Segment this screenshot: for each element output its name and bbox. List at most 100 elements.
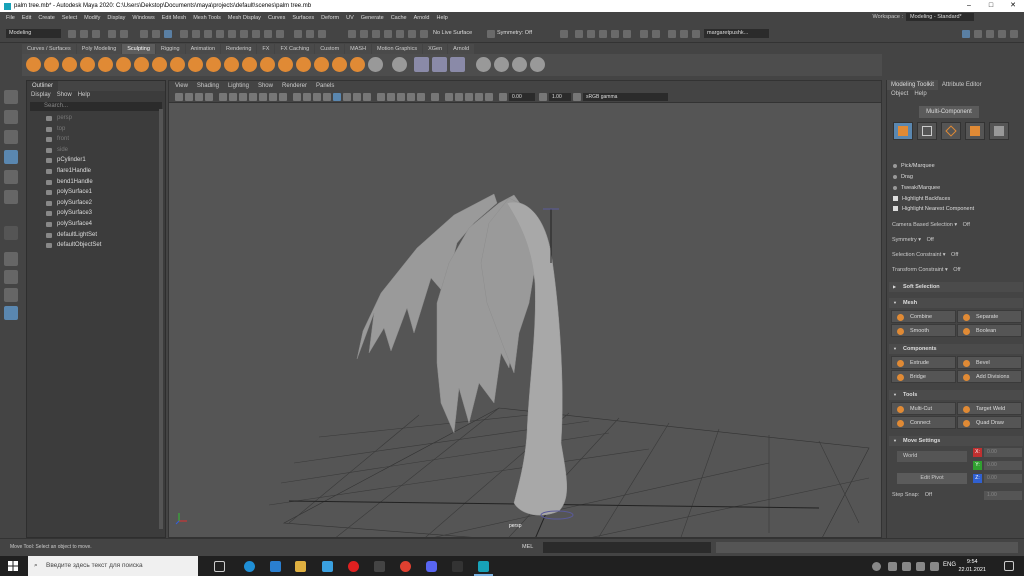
taskbar-search-input[interactable]: ⌕ Введите здесь текст для поиска: [28, 556, 198, 576]
hypershade-icon[interactable]: [611, 30, 619, 38]
resolution-gate-icon[interactable]: [239, 93, 247, 101]
erase-tool-icon[interactable]: [368, 57, 383, 72]
arnold-ipr-icon[interactable]: [652, 30, 660, 38]
close-icon[interactable]: ✕: [1002, 0, 1024, 12]
bulge-tool-icon[interactable]: [296, 57, 311, 72]
magnet-icon[interactable]: [420, 30, 428, 38]
shelf-tab-rigging[interactable]: Rigging: [155, 44, 185, 54]
outliner-search-input[interactable]: Search...: [30, 102, 162, 111]
smooth-shade-icon[interactable]: [303, 93, 311, 101]
layout-modeling-toolkit-icon[interactable]: [962, 30, 970, 38]
snap-grid-icon[interactable]: [348, 30, 356, 38]
exposure-icon[interactable]: [499, 93, 507, 101]
drag-radio[interactable]: Drag: [893, 174, 913, 180]
ipr-render-icon[interactable]: [587, 30, 595, 38]
flatten-tool-icon[interactable]: [116, 57, 131, 72]
hud-icon[interactable]: [485, 93, 493, 101]
menu-modify[interactable]: Modify: [84, 15, 100, 21]
bevel-button[interactable]: Bevel: [957, 356, 1022, 369]
y-value-field[interactable]: 0.00: [984, 461, 1022, 470]
arnold-render-icon[interactable]: [640, 30, 648, 38]
smear-tool-icon[interactable]: [278, 57, 293, 72]
outliner-item-polysurface3[interactable]: polySurface3: [27, 208, 165, 219]
store-icon[interactable]: [322, 561, 333, 572]
uv-mode-icon[interactable]: [989, 122, 1009, 140]
file-explorer-icon[interactable]: [295, 561, 306, 572]
mel-label[interactable]: MEL: [522, 544, 533, 550]
spray-tool-icon[interactable]: [152, 57, 167, 72]
soft-selection-section[interactable]: Soft Selection: [889, 282, 1023, 292]
folder-icon[interactable]: [68, 30, 76, 38]
volume-icon[interactable]: [930, 562, 939, 571]
mail-icon[interactable]: [270, 561, 281, 572]
multi-cut-button[interactable]: Multi-Cut: [891, 402, 956, 415]
transform-constraint-row[interactable]: Transform Constraint ▾ Off: [892, 267, 961, 273]
epic-games-icon[interactable]: [452, 561, 463, 572]
object-mode-icon[interactable]: [893, 122, 913, 140]
field-chart-icon[interactable]: [259, 93, 267, 101]
screen-space-ao-icon[interactable]: [397, 93, 405, 101]
exposure-field[interactable]: 0.00: [509, 93, 535, 101]
snap-live-icon[interactable]: [396, 30, 404, 38]
image-plane-icon[interactable]: [205, 93, 213, 101]
knife-tool-icon[interactable]: [260, 57, 275, 72]
texture-deformer-icon[interactable]: [494, 57, 509, 72]
menu-generate[interactable]: Generate: [361, 15, 384, 21]
world-dropdown[interactable]: World: [897, 451, 967, 462]
workspace-dropdown[interactable]: Modeling - Standard*: [906, 13, 974, 21]
separate-button[interactable]: Separate: [957, 310, 1022, 323]
viewport-menu-panels[interactable]: Panels: [316, 81, 334, 91]
highlight-selection-icon[interactable]: [306, 30, 314, 38]
wireframe-on-shaded-icon[interactable]: [333, 93, 341, 101]
menu-create[interactable]: Create: [38, 15, 55, 21]
discord-icon[interactable]: [426, 561, 437, 572]
smooth-tool-icon[interactable]: [44, 57, 59, 72]
freeze-tool-icon[interactable]: [332, 57, 347, 72]
select-hierarchy-icon[interactable]: [140, 30, 148, 38]
freeze-all-icon[interactable]: [414, 57, 429, 72]
grab-tool-icon[interactable]: [80, 57, 95, 72]
xray-mode-icon[interactable]: [455, 93, 463, 101]
lasso-tool-icon[interactable]: [4, 110, 18, 124]
camera-attributes-icon[interactable]: [185, 93, 193, 101]
network-icon[interactable]: [888, 562, 897, 571]
rotate-tool-icon[interactable]: [4, 170, 18, 184]
user-account-dropdown[interactable]: margaretpushk...: [704, 29, 769, 38]
select-deformations-icon[interactable]: [240, 30, 248, 38]
select-object-icon[interactable]: [152, 30, 160, 38]
outliner-item-polysurface2[interactable]: polySurface2: [27, 198, 165, 209]
menu-help[interactable]: Help: [437, 15, 448, 21]
command-line-input[interactable]: [543, 542, 711, 553]
shadows-icon[interactable]: [387, 93, 395, 101]
gamma-icon[interactable]: [539, 93, 547, 101]
outliner-item-defaultlightset[interactable]: defaultLightSet: [27, 230, 165, 241]
step-snap-value-field[interactable]: 1.00: [984, 491, 1022, 500]
object-selection-icon[interactable]: [318, 30, 326, 38]
outliner-item-flare1handle[interactable]: flare1Handle: [27, 166, 165, 177]
menu-cache[interactable]: Cache: [391, 15, 407, 21]
textured-icon[interactable]: [323, 93, 331, 101]
toolkit-menu-help[interactable]: Help: [914, 90, 926, 99]
layout-channel-box-icon[interactable]: [998, 30, 1006, 38]
xray-active-icon[interactable]: [363, 93, 371, 101]
select-tool-icon[interactable]: [4, 90, 18, 104]
motion-blur-icon[interactable]: [407, 93, 415, 101]
face-mode-icon[interactable]: [965, 122, 985, 140]
multi-component-button[interactable]: Multi-Component: [919, 106, 979, 118]
blend-shape-icon[interactable]: [476, 57, 491, 72]
snap-curve-icon[interactable]: [360, 30, 368, 38]
safe-action-icon[interactable]: [269, 93, 277, 101]
scrape-tool-icon[interactable]: [224, 57, 239, 72]
x-value-field[interactable]: 0.00: [984, 448, 1022, 457]
menu-edit-mesh[interactable]: Edit Mesh: [162, 15, 186, 21]
viewport-scene[interactable]: [169, 103, 881, 537]
shelf-tab-poly-modeling[interactable]: Poly Modeling: [76, 44, 122, 54]
pick-mask-icon[interactable]: [180, 30, 188, 38]
single-perspective-layout-icon[interactable]: [4, 252, 18, 266]
select-rendering-icon[interactable]: [264, 30, 272, 38]
edit-pivot-button[interactable]: Edit Pivot: [897, 473, 967, 484]
grid-icon[interactable]: [219, 93, 227, 101]
maya-taskbar-icon[interactable]: [478, 561, 489, 572]
shelf-tab-custom[interactable]: Custom: [315, 44, 345, 54]
input-line-icon[interactable]: [668, 30, 676, 38]
